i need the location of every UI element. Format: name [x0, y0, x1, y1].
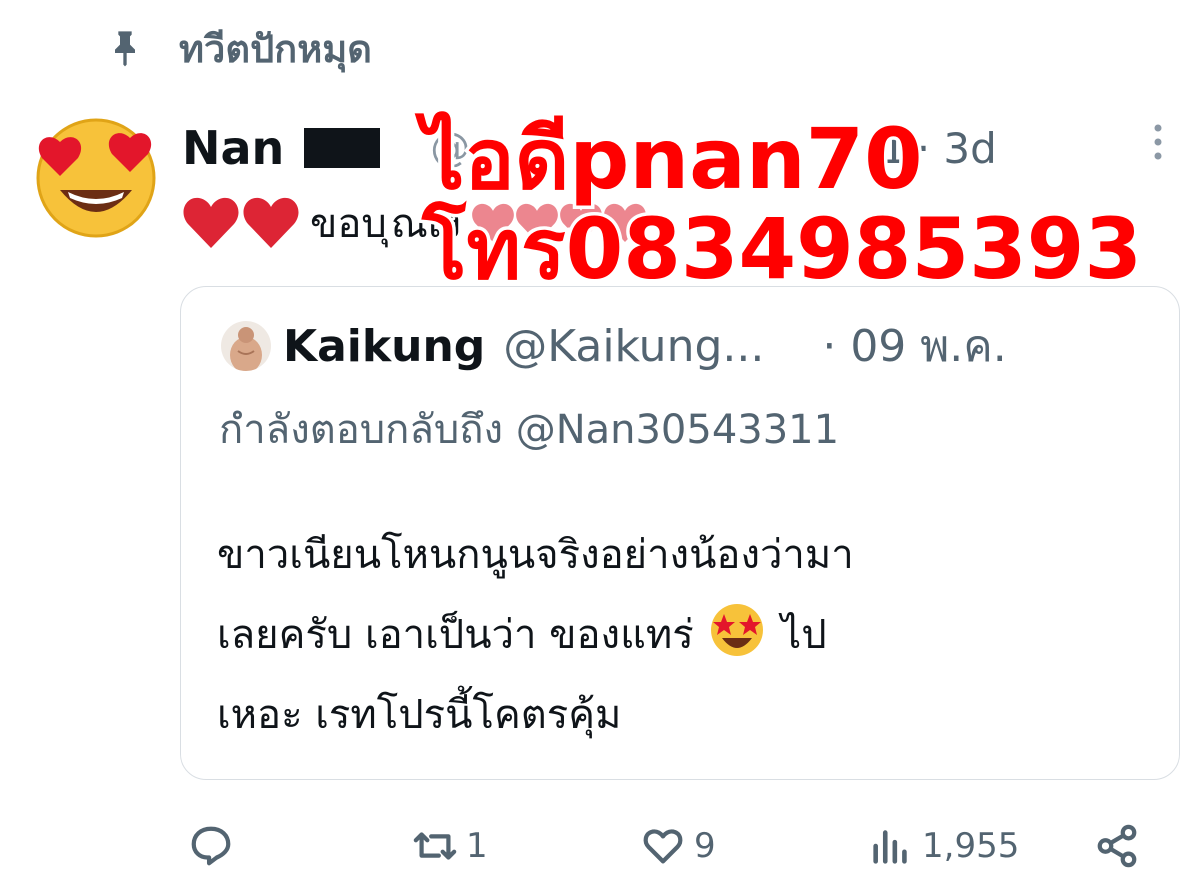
retweet-button[interactable]: 1: [412, 823, 488, 869]
share-icon: [1097, 824, 1137, 868]
views-button[interactable]: 1,955: [868, 823, 1019, 869]
faded-hearts: [471, 201, 647, 245]
body-line-1: ขาวเนียนโหนกนูนจริงอย่างน้องว่ามา: [217, 532, 854, 578]
author-name[interactable]: Nan: [182, 121, 284, 175]
quoted-tweet-card[interactable]: Kaikung @Kaikung... · 09 พ.ค. กำลังตอบกล…: [180, 286, 1180, 780]
heart-outline-icon: [643, 829, 683, 864]
like-button[interactable]: 9: [640, 823, 716, 869]
quoted-user-name[interactable]: Kaikung: [283, 321, 485, 372]
views-icon: [873, 830, 907, 864]
red-heart-icon: [604, 203, 646, 242]
redaction-bar: [304, 128, 381, 168]
tweet-header: Nan @: [182, 108, 470, 188]
quoted-tweet-time[interactable]: · 09 พ.ค.: [822, 311, 1006, 381]
red-heart-icon: [183, 197, 239, 248]
red-heart-icon: [472, 203, 514, 242]
pin-icon: [115, 31, 135, 67]
retweet-icon: [413, 832, 457, 860]
tweet-time[interactable]: · 3d: [917, 124, 997, 173]
pinned-text: ทวีตปักหมุด: [179, 26, 372, 71]
quoted-user-handle[interactable]: @Kaikung...: [503, 321, 764, 372]
pinned-tweet-label: ทวีตปักหมุด: [105, 18, 372, 78]
tweet-text: ขอบ: [310, 201, 387, 247]
tweet-meta: 1 · 3d: [880, 112, 997, 184]
quoted-tweet-body: ขาวเนียนโหนกนูนจริงอย่างน้องว่ามา เลยครั…: [217, 515, 1117, 755]
like-count: 9: [694, 826, 716, 866]
tweet-text-row: ขอบ ุณเง้: [182, 188, 647, 258]
star-struck-emoji-icon: [711, 604, 764, 656]
red-heart-icon: [560, 203, 602, 242]
tweet-text-tail: ุณเง้: [390, 201, 462, 247]
heart-reactions: [182, 196, 300, 250]
more-options-icon[interactable]: [1150, 120, 1166, 164]
author-handle[interactable]: @: [430, 125, 470, 171]
body-line-3: เหอะ เรทโปรนี้โคตรคุ้ม: [217, 692, 622, 738]
reply-icon: [191, 826, 231, 866]
red-heart-icon: [243, 197, 299, 248]
views-count: 1,955: [922, 826, 1020, 866]
retweet-count: 1: [466, 826, 488, 866]
reply-button[interactable]: [188, 823, 242, 869]
quoted-tweet-header: Kaikung @Kaikung... · 09 พ.ค.: [221, 311, 1007, 381]
body-line-2: เลยครับ เอาเป็นว่า ของแทร่ ไป: [217, 595, 1117, 675]
share-button[interactable]: [1094, 823, 1140, 869]
replying-to-text[interactable]: กำลังตอบกลับถึง @Nan30543311: [219, 397, 839, 461]
body-line-2-tail: ไป: [781, 612, 827, 658]
quoted-user-avatar[interactable]: [221, 321, 271, 371]
body-line-2-text: เลยครับ เอาเป็นว่า ของแทร่: [217, 612, 694, 658]
heart-eyes-emoji-icon[interactable]: [30, 112, 162, 238]
tweet-action-bar: 1 9 1,955: [0, 805, 1200, 885]
red-heart-icon: [516, 203, 558, 242]
handle-tail: 1: [880, 123, 907, 173]
